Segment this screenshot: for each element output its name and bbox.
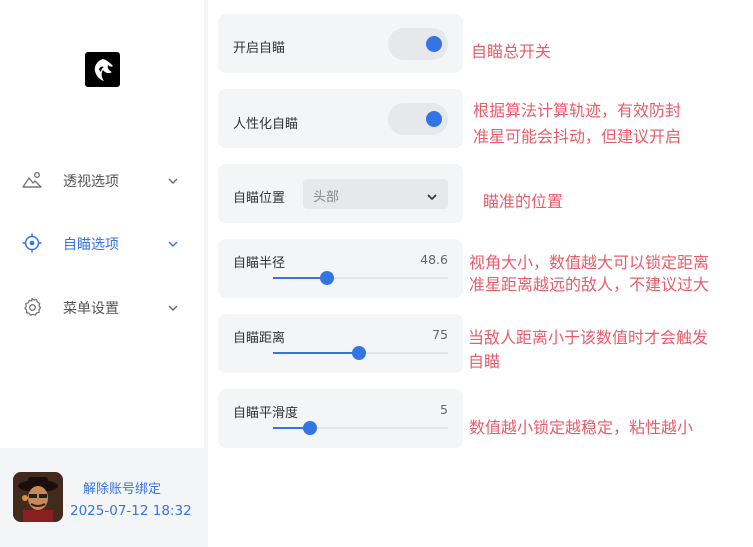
aim-smoothness-value: 5 xyxy=(440,402,448,417)
aim-position-label: 自瞄位置 xyxy=(233,191,286,206)
slider-thumb[interactable] xyxy=(351,346,366,360)
slider-fill xyxy=(273,277,328,279)
aim-smoothness-note: 数值越小锁定越稳定，粘性越小 xyxy=(469,418,694,437)
chevron-down-icon xyxy=(426,188,438,201)
aim-distance-note-line2: 自瞄 xyxy=(468,352,501,371)
chevron-down-icon xyxy=(166,236,180,250)
aim-distance-label: 自瞄距离 xyxy=(233,331,286,346)
slider-fill xyxy=(273,352,359,354)
aim-enable-toggle[interactable] xyxy=(388,28,448,60)
toggle-knob xyxy=(426,111,442,127)
aim-enable-card: 开启自瞄 xyxy=(218,14,463,73)
aim-distance-card: 自瞄距离 75 xyxy=(218,314,463,373)
aim-position-card: 自瞄位置 头部 xyxy=(218,164,463,223)
humanized-aim-card: 人性化自瞄 xyxy=(218,89,463,148)
aim-position-select[interactable]: 头部 xyxy=(303,179,448,209)
sidebar-divider xyxy=(204,0,208,547)
humanized-aim-note-line1: 根据算法计算轨迹，有效防封 xyxy=(473,101,682,120)
aim-position-value: 头部 xyxy=(313,190,340,205)
sidebar-item-label: 透视选项 xyxy=(63,174,119,190)
sidebar-item-aim-options[interactable]: 自瞄选项 xyxy=(0,223,204,263)
aim-distance-value: 75 xyxy=(432,327,448,342)
aim-radius-card: 自瞄半径 48.6 xyxy=(218,239,463,298)
humanized-aim-toggle[interactable] xyxy=(388,103,448,135)
toggle-knob xyxy=(426,36,442,52)
aim-radius-label: 自瞄半径 xyxy=(233,256,286,271)
aim-radius-note-line2: 准星距离越远的敌人，不建议过大 xyxy=(469,275,710,294)
crosshair-icon xyxy=(22,233,42,253)
timestamp: 2025-07-12 18:32 xyxy=(70,503,192,519)
sidebar-item-esp-options[interactable]: 透视选项 xyxy=(0,160,204,200)
aim-distance-slider[interactable] xyxy=(273,346,448,360)
sidebar-item-menu-settings[interactable]: 菜单设置 xyxy=(0,287,204,327)
mountain-person-icon xyxy=(22,170,42,190)
aim-enable-label: 开启自瞄 xyxy=(233,41,286,56)
humanized-aim-label: 人性化自瞄 xyxy=(233,117,299,132)
aim-radius-slider[interactable] xyxy=(273,271,448,285)
aim-smoothness-card: 自瞄平滑度 5 xyxy=(218,389,463,448)
sidebar-item-label: 菜单设置 xyxy=(63,301,119,317)
slider-thumb[interactable] xyxy=(320,271,335,285)
aim-radius-note-line1: 视角大小，数值越大可以锁定距离 xyxy=(469,253,710,272)
aim-radius-value: 48.6 xyxy=(420,252,448,267)
chevron-down-icon xyxy=(166,300,180,314)
unbind-account-link[interactable]: 解除账号绑定 xyxy=(83,478,161,497)
aim-smoothness-label: 自瞄平滑度 xyxy=(233,406,299,421)
aim-position-note: 瞄准的位置 xyxy=(483,192,564,211)
user-avatar xyxy=(13,472,63,522)
aim-smoothness-slider[interactable] xyxy=(273,421,448,435)
humanized-aim-note-line2: 准星可能会抖动，但建议开启 xyxy=(473,127,682,146)
gear-icon xyxy=(22,297,42,317)
chevron-down-icon xyxy=(166,173,180,187)
wolf-logo-icon xyxy=(85,52,120,87)
aim-distance-note-line1: 当敌人距离小于该数值时才会触发 xyxy=(468,328,709,347)
slider-thumb[interactable] xyxy=(302,421,317,435)
aim-enable-note: 自瞄总开关 xyxy=(471,42,552,61)
sidebar-item-label: 自瞄选项 xyxy=(63,237,119,253)
